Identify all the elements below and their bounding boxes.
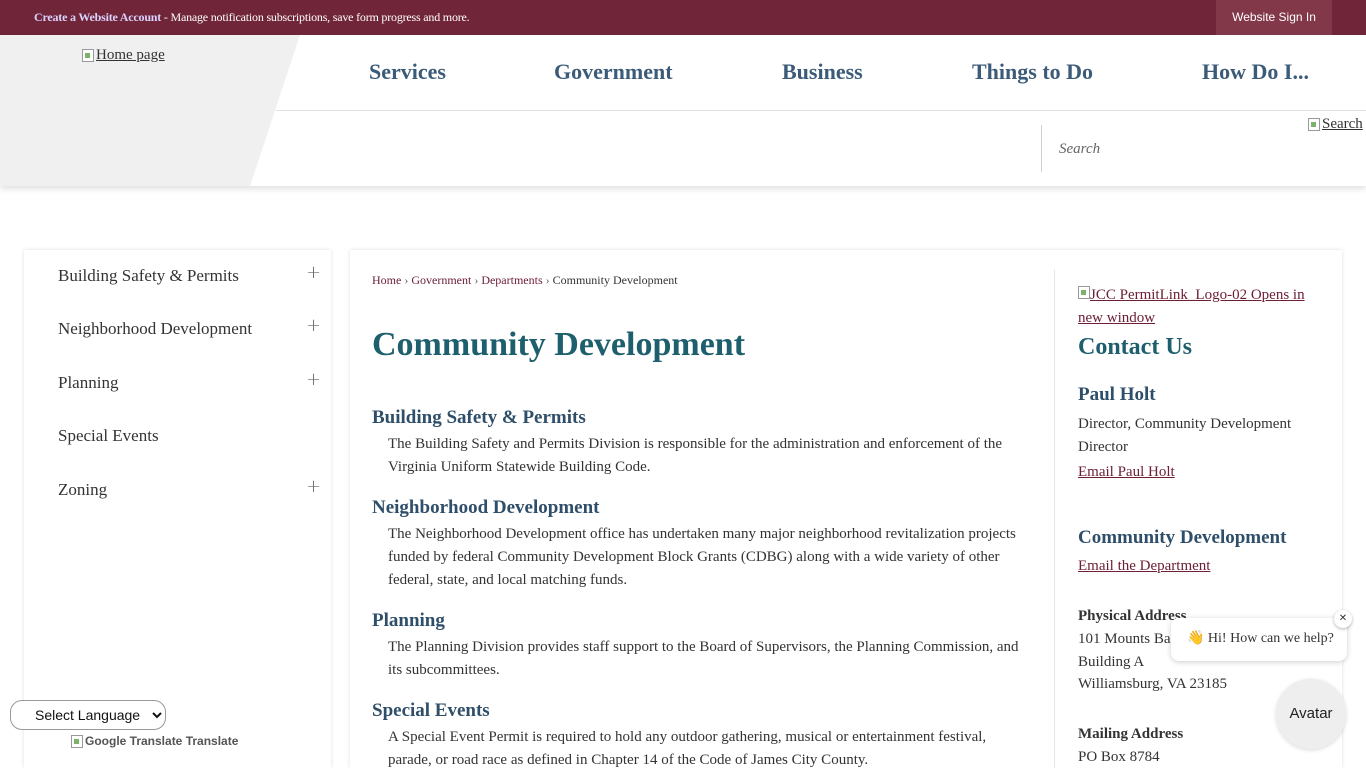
sign-in-button[interactable]: Website Sign In <box>1216 0 1332 35</box>
section-body: The Neighborhood Development office has … <box>388 526 1016 588</box>
breadcrumb-current: Community Development <box>552 273 678 287</box>
chat-greeting-bubble[interactable]: 👋 Hi! How can we help? <box>1171 618 1347 661</box>
home-logo-link[interactable]: Home page <box>82 47 165 64</box>
section-neighborhood: Neighborhood Development The Neighborhoo… <box>372 497 1032 592</box>
search-icon <box>1308 118 1320 131</box>
broken-image-icon <box>82 49 94 62</box>
mailing-address-label: Mailing Address <box>1078 726 1184 742</box>
breadcrumb-separator: › <box>545 273 550 287</box>
breadcrumb-separator: › <box>404 273 409 287</box>
sidebar-item-zoning[interactable]: Zoning <box>58 480 107 500</box>
email-dept-link[interactable]: Email the Department <box>1078 558 1210 575</box>
address-line: 101 Mounts Ba <box>1078 631 1171 647</box>
search-button-label: Search <box>1322 116 1363 132</box>
create-account-link[interactable]: Create a Website Account <box>34 10 161 24</box>
email-person-link[interactable]: Email Paul Holt <box>1078 464 1175 481</box>
sidebar-item-special-events[interactable]: Special Events <box>58 426 159 446</box>
expand-building-safety-icon[interactable]: + <box>306 262 321 283</box>
section-heading[interactable]: Planning <box>372 610 1032 632</box>
account-message-text: - Manage notification subscriptions, sav… <box>161 10 470 24</box>
nav-services[interactable]: Services <box>369 59 446 85</box>
site-header: Home page Services Government Business T… <box>0 35 1366 186</box>
breadcrumb-government[interactable]: Government <box>411 273 471 287</box>
broken-image-icon <box>1078 286 1090 299</box>
main-content: Home › Government › Departments › Community De… <box>350 250 1342 768</box>
contact-title: Contact Us <box>1078 334 1192 360</box>
main-nav: Services Government Business Things to D… <box>276 35 1366 111</box>
address-line: Williamsburg, VA 23185 <box>1078 676 1227 692</box>
search-input[interactable] <box>1050 135 1300 163</box>
expand-planning-icon[interactable]: + <box>306 369 321 390</box>
nav-government[interactable]: Government <box>554 59 673 85</box>
language-select[interactable]: Select Language <box>10 700 166 730</box>
sidebar-item-planning[interactable]: Planning <box>58 373 118 393</box>
expand-neighborhood-icon[interactable]: + <box>306 315 321 336</box>
physical-address-label: Physical Address <box>1078 608 1187 624</box>
address-line: Building A <box>1078 654 1145 670</box>
section-body: The Building Safety and Permits Division… <box>388 436 1003 475</box>
section-planning: Planning The Planning Division provides … <box>372 610 1032 682</box>
sidebar-nav: Building Safety & Permits + Neighborhood… <box>24 250 331 768</box>
search-divider <box>1041 125 1042 172</box>
breadcrumb-departments[interactable]: Departments <box>481 273 542 287</box>
expand-zoning-icon[interactable]: + <box>306 476 321 497</box>
section-special-events: Special Events A Special Event Permit is… <box>372 700 1032 768</box>
sidebar-item-neighborhood[interactable]: Neighborhood Development <box>58 319 252 339</box>
section-heading[interactable]: Special Events <box>372 700 1032 722</box>
column-divider <box>1054 270 1055 768</box>
section-heading[interactable]: Building Safety & Permits <box>372 407 1032 429</box>
section-body: The Planning Division provides staff sup… <box>388 639 1019 678</box>
breadcrumb-separator: › <box>474 273 479 287</box>
address-line: PO Box 8784 <box>1078 749 1160 765</box>
contact-person-title: Director, Community Development Director <box>1078 416 1292 455</box>
close-icon[interactable]: ✕ <box>1334 610 1352 628</box>
section-heading[interactable]: Neighborhood Development <box>372 497 1032 519</box>
account-message: Create a Website Account - Manage notifi… <box>34 10 470 25</box>
section-building-safety: Building Safety & Permits The Building S… <box>372 407 1032 479</box>
search-button[interactable]: Search <box>1308 116 1363 133</box>
breadcrumb-home[interactable]: Home <box>372 273 401 287</box>
sidebar-item-building-safety[interactable]: Building Safety & Permits <box>58 266 239 286</box>
home-logo-alt: Home page <box>96 47 165 63</box>
contact-person-name: Paul Holt <box>1078 384 1156 405</box>
permitlink-logo-link[interactable]: JCC PermitLink_Logo-02 Opens in new wind… <box>1078 284 1328 330</box>
nav-how-do-i[interactable]: How Do I... <box>1202 59 1309 85</box>
nav-business[interactable]: Business <box>782 59 863 85</box>
top-bar: Create a Website Account - Manage notifi… <box>0 0 1366 35</box>
dept-title: Community Development <box>1078 527 1287 548</box>
breadcrumb: Home › Government › Departments › Community De… <box>372 273 678 288</box>
google-translate-credit[interactable]: Google Translate Translate <box>71 734 238 748</box>
section-body: A Special Event Permit is required to ho… <box>388 729 987 768</box>
page-title: Community Development <box>372 326 746 363</box>
google-translate-text: Google Translate Translate <box>85 734 239 748</box>
chat-avatar-button[interactable]: Avatar <box>1276 679 1346 749</box>
google-translate-icon <box>71 734 83 748</box>
permitlink-alt: JCC PermitLink_Logo-02 Opens in new wind… <box>1078 287 1305 326</box>
nav-things-to-do[interactable]: Things to Do <box>972 59 1093 85</box>
